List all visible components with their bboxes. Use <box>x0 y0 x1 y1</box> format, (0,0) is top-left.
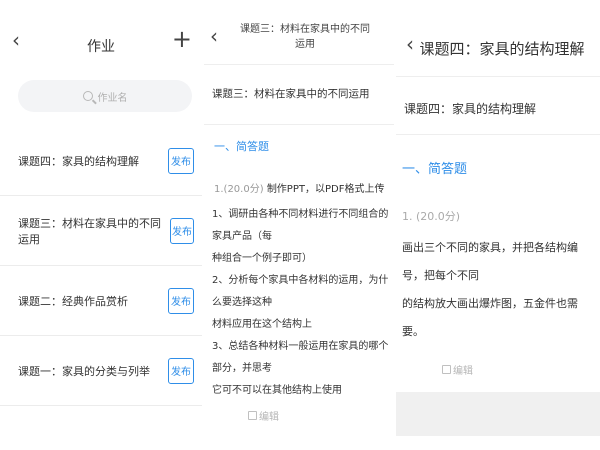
list-item[interactable]: 课题三：材料在家具中的不同运用 发布 <box>0 196 202 266</box>
top-bar: ‹ 课题三：材料在家具中的不同 运用 <box>204 0 394 64</box>
page-title: 课题三：材料在家具中的不同 运用 <box>240 24 370 50</box>
divider <box>396 134 600 135</box>
question-body: 画出三个不同的家具，并把各结构编号，把每个不同 的结构放大画出爆炸图，五金件也需… <box>402 241 578 338</box>
edit-icon <box>248 411 257 420</box>
homework-title: 课题一：家具的分类与列举 <box>18 364 150 378</box>
list-item[interactable]: 课题一：家具的分类与列举 发布 <box>0 336 202 406</box>
homework-title: 课题二：经典作品赏析 <box>18 294 128 308</box>
add-icon[interactable]: + <box>172 27 192 51</box>
publish-button[interactable]: 发布 <box>168 147 194 174</box>
back-icon[interactable]: ‹ <box>210 26 218 46</box>
search-placeholder: 作业名 <box>97 92 128 104</box>
homework-detail-panel: ‹ 课题四：家具的结构理解 课题四：家具的结构理解 一、简答题 1. (20.0… <box>396 0 600 450</box>
edit-icon <box>442 365 451 374</box>
question-header: 1. (20.0分) <box>402 210 461 223</box>
list-item[interactable]: 课题二：经典作品赏析 发布 <box>0 266 202 336</box>
top-bar: ‹ 作业 + <box>0 0 202 64</box>
homework-title: 课题三：材料在家具中的不同运用 <box>18 216 161 246</box>
page-title: 课题四：家具的结构理解 <box>419 40 585 58</box>
course-name: 课题四：家具的结构理解 <box>404 102 537 116</box>
publish-button[interactable]: 发布 <box>169 217 194 244</box>
homework-list: 课题四：家具的结构理解 发布 课题三：材料在家具中的不同运用 发布 课题二：经典… <box>0 126 202 406</box>
divider <box>396 76 600 77</box>
section-heading: 一、简答题 <box>402 162 468 177</box>
list-item[interactable]: 课题四：家具的结构理解 发布 <box>0 126 202 196</box>
edit-button[interactable]: 编辑 <box>442 362 473 377</box>
top-bar: ‹ 课题四：家具的结构理解 <box>396 0 600 64</box>
search-input[interactable]: 作业名 <box>18 80 192 112</box>
edit-button[interactable]: 编辑 <box>248 408 279 423</box>
homework-title: 课题四：家具的结构理解 <box>18 154 139 168</box>
publish-button[interactable]: 发布 <box>168 357 194 384</box>
homework-list-panel: ‹ 作业 + 作业名 课题四：家具的结构理解 发布 课题三：材料在家具中的不同运… <box>0 0 202 450</box>
divider <box>204 124 394 125</box>
question-body: 1、调研由各种不同材料进行不同组合的家具产品（每 种组合一个例子即可） 2、分析… <box>212 209 389 396</box>
section-heading: 一、简答题 <box>214 140 269 153</box>
homework-detail-panel: ‹ 课题三：材料在家具中的不同 运用 课题三：材料在家具中的不同运用 一、简答题… <box>204 0 394 450</box>
footer-area <box>396 392 600 436</box>
search-icon <box>82 91 93 101</box>
course-name: 课题三：材料在家具中的不同运用 <box>212 88 370 100</box>
publish-button[interactable]: 发布 <box>168 287 194 314</box>
divider <box>204 64 394 65</box>
question-header: 1.(20.0分) 制作PPT，以PDF格式上传 <box>214 184 385 195</box>
